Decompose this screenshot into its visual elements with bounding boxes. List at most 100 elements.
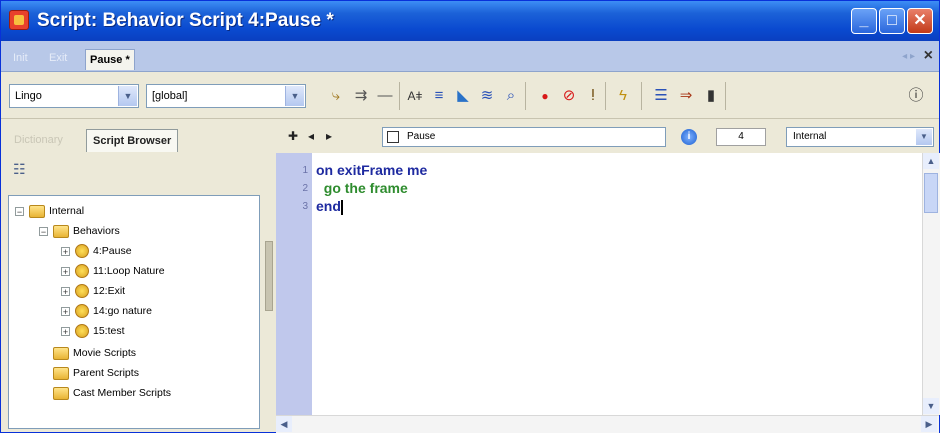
scroll-left-icon[interactable]: ◀ [276,416,292,432]
expand-icon[interactable]: + [61,326,70,336]
categorized-lingo-icon[interactable]: ≡ [429,86,449,106]
scroll-down-icon[interactable]: ▼ [923,398,939,414]
text-cursor [340,199,343,215]
folder-icon [53,224,69,238]
close-button[interactable]: ✕ [907,8,933,34]
script-window: Script: Behavior Script 4:Pause * _ □ ✕ … [0,0,940,433]
collapse-icon[interactable]: − [39,226,48,236]
cast-member-name-value: Pause [407,131,436,142]
expand-icon[interactable]: + [61,266,70,276]
tab-init[interactable]: Init [9,48,32,68]
maximize-button[interactable]: □ [879,8,905,34]
uncomment-icon[interactable]: — [375,86,395,106]
tree-node-behaviors[interactable]: − Behaviors [39,222,120,240]
cast-member-properties-icon[interactable]: ▮ [701,86,721,106]
minimize-button[interactable]: _ [851,8,877,34]
cast-select-value: Internal [793,131,827,142]
3d-lingo-icon[interactable]: ≋ [477,86,497,106]
line-number: 3 [302,201,308,212]
toolbar-divider [725,82,726,110]
tab-script-browser[interactable]: Script Browser [86,129,179,152]
previous-cast-member-icon[interactable]: ◂ [308,129,314,143]
new-script-icon[interactable]: ✚ [288,129,298,143]
editor-vertical-scrollbar[interactable]: ▲ ▼ [922,153,940,415]
scope-select[interactable]: [global] ▼ [146,84,306,108]
cast-member-icon [387,131,399,143]
tree-node-parent-scripts[interactable]: Parent Scripts [53,364,139,382]
line-number: 2 [302,183,308,194]
close-tab-icon[interactable]: × [924,47,933,65]
collapse-icon[interactable]: − [15,206,24,216]
watch-expression-icon[interactable]: ⵑ [583,86,603,106]
tree-node-behavior[interactable]: +12:Exit [61,282,125,300]
line-number: 1 [302,165,308,176]
chevron-down-icon: ▼ [285,86,304,106]
next-cast-member-icon[interactable]: ▸ [326,129,332,143]
line-number-gutter: 1 2 3 [276,153,312,415]
behavior-icon [75,284,89,299]
scripting-xtras-icon[interactable]: ◣ [453,86,473,106]
left-panel: Dictionary Script Browser ☷ − Internal − B… [4,121,262,431]
comment-icon[interactable]: ⇉ [351,86,371,106]
panel-splitter[interactable] [264,121,274,431]
chevron-down-icon: ▼ [916,129,932,145]
tree-node-behavior[interactable]: +4:Pause [61,242,132,260]
title-bar[interactable]: Script: Behavior Script 4:Pause * _ □ ✕ [1,1,939,41]
cast-select[interactable]: Internal ▼ [786,127,934,147]
scroll-right-icon[interactable]: ▶ [921,416,937,432]
code-editor[interactable]: 1 2 3 on exitFrame me go the frame end [276,153,939,415]
tree-node-cast-member-scripts[interactable]: Cast Member Scripts [53,384,171,402]
folder-icon [53,366,69,380]
line-numbering-icon[interactable]: ☰ [651,86,671,106]
window-title: Script: Behavior Script 4:Pause * [37,10,334,31]
go-to-handler-icon[interactable]: ⤷ [326,86,346,106]
script-tabs-bar: Init Exit Pause * ◂ ▸ × [1,41,939,72]
tree-node-behavior[interactable]: +15:test [61,322,125,340]
tab-dictionary[interactable]: Dictionary [8,129,69,151]
tree-node-behavior[interactable]: +14:go nature [61,302,152,320]
tree-node-movie-scripts[interactable]: Movie Scripts [53,344,136,362]
tree-node-behavior[interactable]: +11:Loop Nature [61,262,165,280]
tab-exit[interactable]: Exit [45,48,71,68]
list-view-icon[interactable]: ☷ [13,161,26,178]
ignore-breakpoints-icon[interactable]: ⊘ [559,86,579,106]
member-number-field[interactable]: 4 [716,128,766,146]
folder-icon [29,204,45,218]
auto-format-icon[interactable]: ⇒ [676,86,696,106]
scroll-thumb[interactable] [924,173,938,213]
recompile-icon[interactable]: ϟ [613,86,633,106]
editor-nav-bar: ✚ ◂ ▸ Pause i 4 Internal ▼ [276,121,939,153]
scope-select-value: [global] [152,90,188,102]
help-icon[interactable]: ⓘ [906,86,926,106]
expand-icon[interactable]: + [61,286,70,296]
director-app-icon [9,10,29,30]
scroll-up-icon[interactable]: ▲ [923,153,939,169]
cast-member-name-field[interactable]: Pause [382,127,666,147]
code-line[interactable]: on exitFrame me [316,162,427,178]
toolbar-divider [605,82,606,110]
tree-node-internal[interactable]: − Internal [15,202,84,220]
behavior-icon [75,304,89,319]
expand-icon[interactable]: + [61,246,70,256]
code-line[interactable]: end [316,198,343,215]
language-select-value: Lingo [15,90,42,102]
tab-pause[interactable]: Pause * [85,49,135,70]
folder-icon [53,386,69,400]
toolbar-divider [399,82,400,110]
splitter-handle[interactable] [265,241,273,311]
editor-horizontal-scrollbar[interactable]: ◀ ▶ [276,415,939,433]
toolbar-divider [641,82,642,110]
code-line[interactable]: go the frame [316,180,408,196]
script-toolbar: Lingo ▼ [global] ▼ ⤷ ⇉ — Aǂ ≡ ◣ ≋ ⌕ ● ⊘ … [1,72,939,119]
info-icon[interactable]: i [681,129,697,145]
tab-scroll-arrows-icon[interactable]: ◂ ▸ [902,51,915,62]
behavior-icon [75,244,89,259]
toolbar-divider [525,82,526,110]
toggle-breakpoint-icon[interactable]: ● [535,86,555,106]
chevron-down-icon: ▼ [118,86,137,106]
language-select[interactable]: Lingo ▼ [9,84,139,108]
find-icon[interactable]: ⌕ [501,86,521,106]
expand-icon[interactable]: + [61,306,70,316]
alphabetical-lingo-icon[interactable]: Aǂ [405,86,425,106]
script-browser-tree: − Internal − Behaviors +4:Pause +11:Loop N… [8,195,260,429]
